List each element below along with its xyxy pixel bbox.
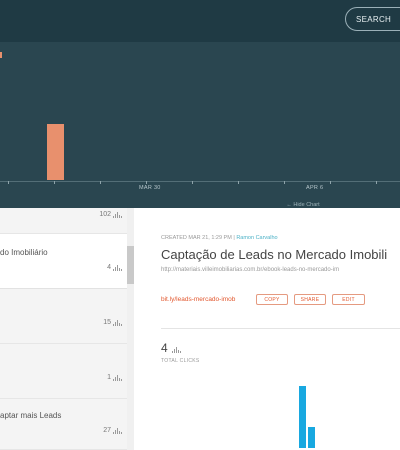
chart-tick-label: MAR 30 bbox=[139, 185, 161, 191]
list-item-active[interactable]: do Imobiliário 4 bbox=[0, 234, 127, 289]
chart-edge-bar bbox=[0, 52, 2, 58]
list-item-count: 102 bbox=[99, 211, 111, 218]
bar-chart-icon bbox=[113, 375, 123, 381]
created-meta: CREATED MAR 21, 1:29 PM | Ramon Carvalho bbox=[161, 235, 278, 241]
link-list: 102 do Imobiliário 4 15 1 aptar mais Lea… bbox=[0, 208, 135, 450]
list-scrollbar[interactable] bbox=[127, 208, 134, 450]
link-title: Captação de Leads no Mercado Imobili bbox=[161, 247, 388, 262]
bar-chart-icon bbox=[113, 320, 123, 326]
long-url[interactable]: http://materiais.villeimobiliarias.com.b… bbox=[161, 267, 339, 273]
list-item-title: do Imobiliário bbox=[0, 248, 48, 257]
chart-tick bbox=[376, 181, 377, 184]
total-clicks-label: TOTAL CLICKS bbox=[161, 358, 200, 364]
chart-tick bbox=[192, 181, 193, 184]
created-date: CREATED MAR 21, 1:29 PM bbox=[161, 235, 232, 241]
list-item-title: aptar mais Leads bbox=[0, 411, 62, 420]
chart-tick bbox=[238, 181, 239, 184]
top-bar: SEARCH bbox=[0, 0, 400, 42]
bar-chart-icon bbox=[113, 428, 123, 434]
list-item-count: 27 bbox=[103, 427, 111, 434]
divider bbox=[161, 328, 400, 329]
edit-button[interactable]: EDIT bbox=[332, 294, 365, 305]
list-item[interactable]: 1 bbox=[0, 344, 127, 399]
bar-chart-icon bbox=[113, 265, 123, 271]
list-item[interactable]: 102 bbox=[0, 208, 127, 234]
author-link[interactable]: Ramon Carvalho bbox=[236, 235, 277, 241]
search-button[interactable]: SEARCH bbox=[345, 7, 400, 31]
chart-tick bbox=[284, 181, 285, 184]
list-item-count: 15 bbox=[103, 319, 111, 326]
link-detail-panel: CREATED MAR 21, 1:29 PM | Ramon Carvalho… bbox=[135, 208, 400, 450]
list-item[interactable]: aptar mais Leads 27 bbox=[0, 399, 127, 450]
mini-chart-bar[interactable] bbox=[299, 386, 306, 448]
list-item-count: 1 bbox=[107, 374, 111, 381]
chart-tick bbox=[146, 181, 147, 184]
chart-axis bbox=[0, 181, 400, 182]
share-button[interactable]: SHARE bbox=[294, 294, 326, 305]
chart-tick bbox=[8, 181, 9, 184]
bar-chart-icon bbox=[172, 347, 182, 353]
chart-tick bbox=[54, 181, 55, 184]
bar-chart-icon bbox=[113, 212, 123, 218]
scrollbar-thumb[interactable] bbox=[127, 246, 134, 284]
mini-chart-bar[interactable] bbox=[308, 427, 315, 448]
copy-button[interactable]: COPY bbox=[256, 294, 288, 305]
chart-tick-label: APR 6 bbox=[306, 185, 324, 191]
list-item-count: 4 bbox=[107, 264, 111, 271]
list-item[interactable]: 15 bbox=[0, 289, 127, 344]
chart-tick bbox=[330, 181, 331, 184]
clicks-chart: MAR 30 APR 6 bbox=[0, 42, 400, 208]
chart-bar[interactable] bbox=[47, 124, 64, 180]
chart-tick bbox=[100, 181, 101, 184]
short-link[interactable]: bit.ly/leads-mercado-imob bbox=[161, 296, 235, 303]
total-clicks-count: 4 bbox=[161, 341, 168, 355]
